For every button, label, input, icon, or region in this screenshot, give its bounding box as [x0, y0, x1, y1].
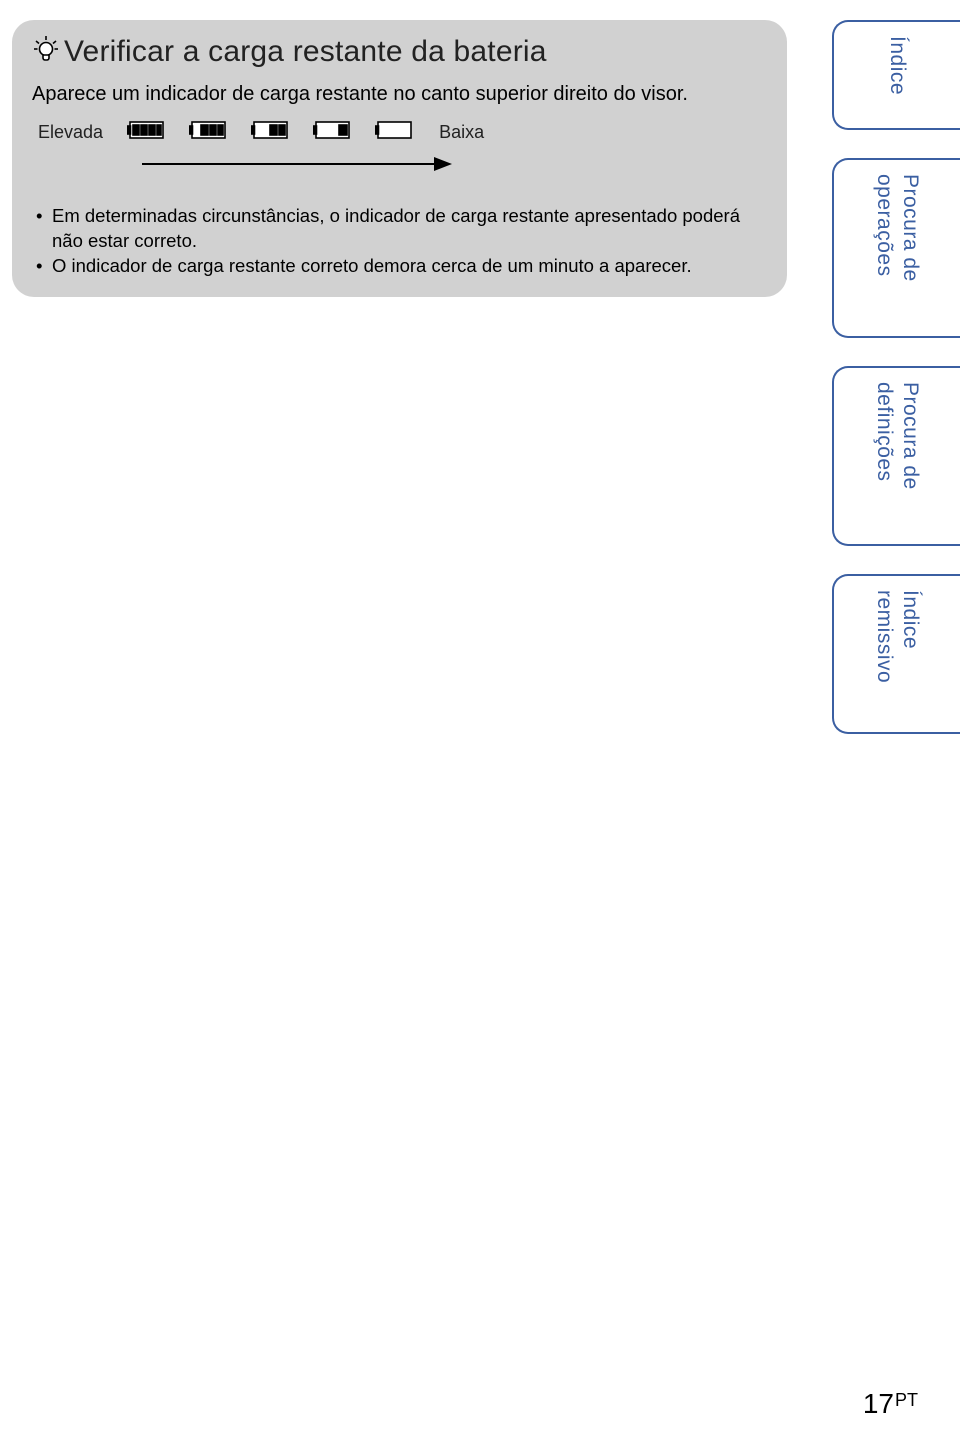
tip-callout: Verificar a carga restante da bateria Ap… — [12, 20, 787, 297]
label-low: Baixa — [439, 122, 484, 143]
lightbulb-icon — [32, 34, 60, 69]
arrow-icon — [32, 155, 767, 178]
tab-label: Índice — [885, 36, 909, 95]
tab-label: definições — [872, 382, 896, 490]
page-number: 17PT — [863, 1388, 918, 1420]
battery-icon-1 — [313, 120, 353, 145]
callout-title-row: Verificar a carga restante da bateria — [32, 34, 767, 69]
battery-icon-full — [127, 120, 167, 145]
callout-title: Verificar a carga restante da bateria — [64, 35, 547, 69]
tab-indice[interactable]: Índice — [832, 20, 960, 130]
list-item: O indicador de carga restante correto de… — [36, 254, 767, 279]
side-tabs: Índice operações Procura de definições P… — [832, 20, 960, 734]
page-number-value: 17 — [863, 1388, 894, 1419]
list-item: Em determinadas circunstâncias, o indica… — [36, 204, 767, 254]
battery-icon-2 — [251, 120, 291, 145]
battery-icon-3 — [189, 120, 229, 145]
tab-label: Índice — [898, 590, 922, 683]
page-lang-label: PT — [895, 1390, 918, 1410]
tab-procura-definicoes[interactable]: definições Procura de — [832, 366, 960, 546]
battery-icon-empty — [375, 120, 415, 145]
tab-label: Procura de — [898, 174, 922, 282]
page: Verificar a carga restante da bateria Ap… — [0, 0, 960, 1432]
callout-body-text: Aparece um indicador de carga restante n… — [32, 83, 767, 106]
battery-level-row: Elevada Baixa — [32, 120, 767, 145]
tab-label: operações — [872, 174, 896, 282]
label-high: Elevada — [38, 122, 103, 143]
battery-icons-group — [127, 120, 415, 145]
tab-procura-operacoes[interactable]: operações Procura de — [832, 158, 960, 338]
bullet-list: Em determinadas circunstâncias, o indica… — [32, 204, 767, 279]
tab-indice-remissivo[interactable]: remissivo Índice — [832, 574, 960, 734]
tab-label: Procura de — [898, 382, 922, 490]
tab-label: remissivo — [872, 590, 896, 683]
